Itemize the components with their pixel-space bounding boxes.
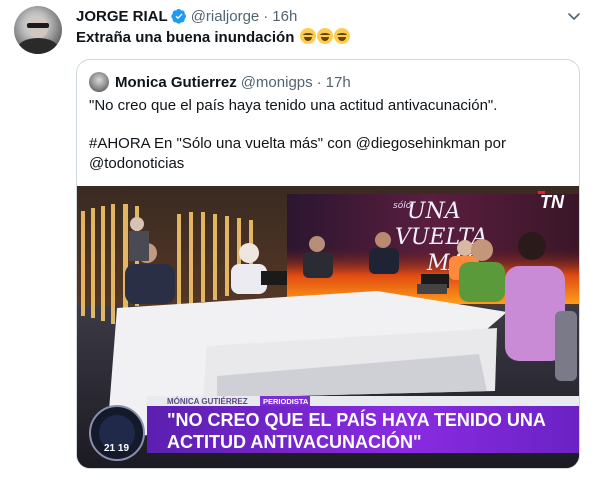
- author-handle[interactable]: @rialjorge: [191, 8, 260, 25]
- tweet-time[interactable]: 16h: [272, 8, 297, 25]
- quoted-author-avatar[interactable]: [89, 72, 109, 92]
- set-sign-text: sólo: [393, 200, 412, 211]
- clock-badge: 21 19: [89, 405, 145, 461]
- rolling-on-floor-laughing-emoji: [333, 28, 350, 44]
- video-thumbnail[interactable]: UNA VUELTA MÁS sólo TN: [77, 186, 579, 468]
- quoted-text-line-3: @todonoticias: [89, 155, 185, 172]
- lower-third-name: MÓNICA GUTIÉRREZ: [167, 397, 248, 406]
- lower-third: MÓNICA GUTIÉRREZ PERIODISTA "NO CREO QUE…: [147, 396, 579, 453]
- quoted-tweet-header: Monica Gutierrez @monigps · 17h: [115, 72, 351, 92]
- author-avatar[interactable]: [14, 6, 62, 54]
- svg-text:TN: TN: [540, 192, 565, 212]
- quoted-tweet[interactable]: Monica Gutierrez @monigps · 17h "No creo…: [76, 59, 580, 469]
- lower-third-role: PERIODISTA: [263, 397, 309, 406]
- rolling-on-floor-laughing-emoji: [299, 28, 316, 44]
- quoted-author-name[interactable]: Monica Gutierrez: [115, 74, 237, 91]
- tweet[interactable]: JORGE RIAL @rialjorge · 16h Extraña una …: [0, 0, 595, 478]
- quoted-tweet-time[interactable]: 17h: [326, 74, 351, 91]
- headline-line-2: ACTITUD ANTIVACUNACIÓN": [167, 431, 422, 452]
- verified-badge-icon: [171, 9, 186, 24]
- rolling-on-floor-laughing-emoji: [316, 28, 333, 44]
- headline-line-1: "NO CREO QUE EL PAÍS HAYA TENIDO UNA: [167, 409, 546, 430]
- tweet-header: JORGE RIAL @rialjorge · 16h: [76, 6, 297, 26]
- tv-studio-scene: UNA VUELTA MÁS sólo TN: [77, 186, 579, 468]
- separator-dot: ·: [316, 73, 322, 91]
- chevron-down-icon[interactable]: [566, 8, 582, 24]
- clock-text: 21 19: [104, 443, 129, 454]
- tweet-text: Extraña una buena inundación: [76, 28, 350, 46]
- tweet-text-content: Extraña una buena inundación: [76, 29, 295, 46]
- author-name[interactable]: JORGE RIAL: [76, 8, 168, 25]
- quoted-text-line-2: #AHORA En "Sólo una vuelta más" con @die…: [89, 135, 506, 152]
- quoted-author-handle[interactable]: @monigps: [241, 74, 313, 91]
- quoted-text-line-1: "No creo que el país haya tenido una act…: [89, 97, 498, 114]
- tn-logo: TN: [538, 191, 565, 212]
- set-sign-text: UNA: [407, 199, 461, 224]
- separator-dot: ·: [263, 7, 269, 25]
